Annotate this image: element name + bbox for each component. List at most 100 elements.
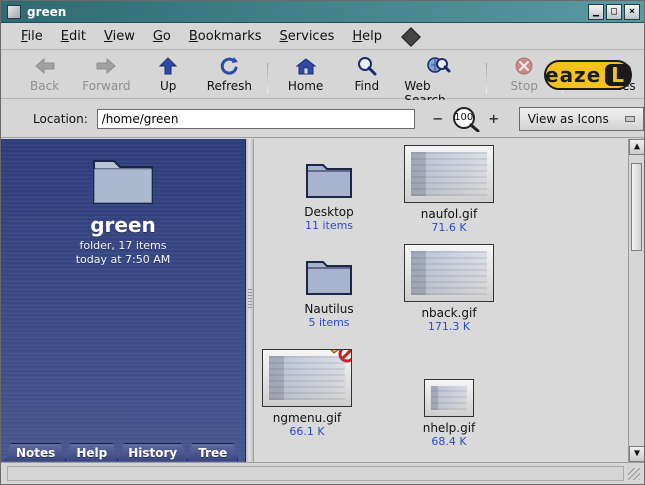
menu-go-accelerator: G (152, 29, 163, 44)
toolbar-separator-2 (485, 63, 487, 93)
file-item-naufol[interactable]: naufol.gif 71.6 K (394, 145, 504, 235)
tab-tree[interactable]: Tree (187, 443, 239, 461)
file-name: nhelp.gif (422, 421, 476, 435)
eazel-logo[interactable]: eaze L (544, 60, 632, 90)
menu-help[interactable]: Help (352, 27, 382, 46)
forward-arrow-icon (93, 55, 119, 77)
file-name: naufol.gif (420, 207, 478, 221)
sidebar-meta-line-2: today at 7:50 AM (75, 253, 171, 266)
file-manager-window: green ▁ □ × File Edit View Go Bookmarks … (0, 0, 645, 485)
scroll-up-button[interactable]: ▲ (629, 139, 644, 155)
forward-button[interactable]: Forward (82, 51, 131, 97)
window-menu-icon[interactable] (7, 4, 21, 19)
menu-file[interactable]: File (21, 27, 43, 46)
menu-bookmarks[interactable]: Bookmarks (189, 27, 262, 46)
sidebar-splitter[interactable] (246, 139, 254, 462)
home-button-label: Home (287, 79, 324, 93)
location-bar: Location: − 100 + View as Icons (1, 100, 645, 138)
resize-grip[interactable] (628, 468, 640, 480)
back-arrow-icon (32, 55, 58, 77)
stop-button-label: Stop (510, 79, 538, 93)
diamond-icon[interactable] (401, 26, 421, 47)
tab-history[interactable]: History (117, 443, 189, 461)
file-item-nautilus[interactable]: Nautilus 5 items (274, 254, 384, 330)
menu-help-accelerator: H (352, 29, 363, 44)
menu-go-rest: o (162, 29, 171, 44)
menu-bookmarks-rest: ookmarks (197, 29, 262, 44)
menu-view-accelerator: V (103, 29, 113, 44)
file-subtitle: 68.4 K (431, 435, 467, 448)
location-input[interactable] (96, 108, 415, 129)
file-item-desktop[interactable]: Desktop 11 items (274, 157, 384, 233)
file-subtitle: 71.6 K (431, 221, 467, 234)
folder-large-icon (93, 160, 153, 204)
refresh-svg (221, 57, 239, 75)
scroll-thumb[interactable] (631, 163, 642, 251)
file-subtitle: 66.1 K (289, 425, 325, 438)
find-svg (357, 57, 377, 76)
sidebar-tabs: Notes Help History Tree (5, 443, 239, 461)
sidebar-folder-meta: folder, 17 items today at 7:50 AM (76, 239, 171, 267)
minimize-button[interactable]: ▁ (588, 3, 604, 20)
file-name: Nautilus (304, 302, 354, 316)
menu-view[interactable]: View (104, 27, 135, 46)
menu-services[interactable]: Services (280, 27, 335, 46)
title-bar[interactable]: green ▁ □ × (1, 1, 644, 23)
menu-edit-accelerator: E (60, 29, 69, 44)
zoom-out-button[interactable]: − (431, 109, 445, 128)
folder-icon (306, 261, 352, 295)
image-thumbnail (404, 244, 494, 302)
window-title: green (27, 4, 67, 19)
zoom-control: − 100 + (431, 106, 501, 132)
web-search-button[interactable]: Web Search (404, 51, 471, 107)
sidebar-summary: green folder, 17 items today at 7:50 AM (1, 147, 245, 267)
back-button-label: Back (30, 79, 60, 93)
maximize-button[interactable]: □ (606, 3, 622, 20)
folder-icon (306, 164, 352, 198)
zoom-level-text: 100 (454, 112, 474, 123)
close-button[interactable]: × (624, 3, 640, 20)
tab-help[interactable]: Help (65, 443, 119, 461)
scroll-down-button[interactable]: ▼ (629, 446, 644, 462)
vertical-scrollbar[interactable]: ▲ ▼ (628, 139, 644, 462)
back-button[interactable]: Back (21, 51, 68, 97)
menu-bar: File Edit View Go Bookmarks Services Hel… (1, 24, 644, 50)
file-name: ngmenu.gif (272, 411, 342, 425)
status-bar (1, 462, 644, 484)
web-search-icon (425, 55, 451, 77)
location-label: Location: (33, 111, 88, 126)
status-area (7, 466, 624, 481)
scroll-track[interactable] (629, 155, 644, 446)
file-name: nback.gif (421, 306, 477, 320)
file-item-nback[interactable]: nback.gif 171.3 K (394, 244, 504, 334)
zoom-in-button[interactable]: + (487, 109, 501, 128)
find-button[interactable]: Find (343, 51, 390, 97)
forward-button-label: Forward (82, 79, 131, 93)
file-item-nhelp[interactable]: nhelp.gif 68.4 K (394, 379, 504, 449)
icons-view[interactable]: Desktop 11 items naufol.gif 71.6 K Nauti… (254, 139, 644, 462)
home-button[interactable]: Home (282, 51, 329, 97)
menu-services-rest: ervices (287, 29, 335, 44)
eazel-logo-text: eaze (545, 63, 602, 87)
zoom-level[interactable]: 100 (451, 106, 481, 132)
view-as-selected: View as Icons (527, 111, 609, 126)
tab-notes[interactable]: Notes (5, 443, 67, 461)
view-as-dropdown[interactable]: View as Icons (518, 106, 645, 131)
up-button[interactable]: Up (145, 51, 192, 97)
web-search-svg (427, 57, 451, 73)
menu-file-rest: ile (27, 29, 43, 44)
menu-edit[interactable]: Edit (61, 27, 86, 46)
refresh-button[interactable]: Refresh (206, 51, 253, 97)
sidebar: green folder, 17 items today at 7:50 AM … (1, 139, 246, 462)
stop-button[interactable]: Stop (501, 51, 548, 97)
up-arrow-icon (155, 55, 181, 77)
menu-go[interactable]: Go (153, 27, 171, 46)
refresh-button-label: Refresh (206, 79, 253, 93)
file-item-ngmenu[interactable]: ngmenu.gif 66.1 K (254, 349, 362, 439)
forward-arrow-svg (96, 57, 117, 75)
file-name: Desktop (304, 205, 354, 219)
file-subtitle: 11 items (304, 219, 354, 232)
menu-edit-rest: dit (69, 29, 86, 44)
menu-view-rest: iew (112, 29, 135, 44)
sidebar-folder-name: green (90, 213, 156, 237)
